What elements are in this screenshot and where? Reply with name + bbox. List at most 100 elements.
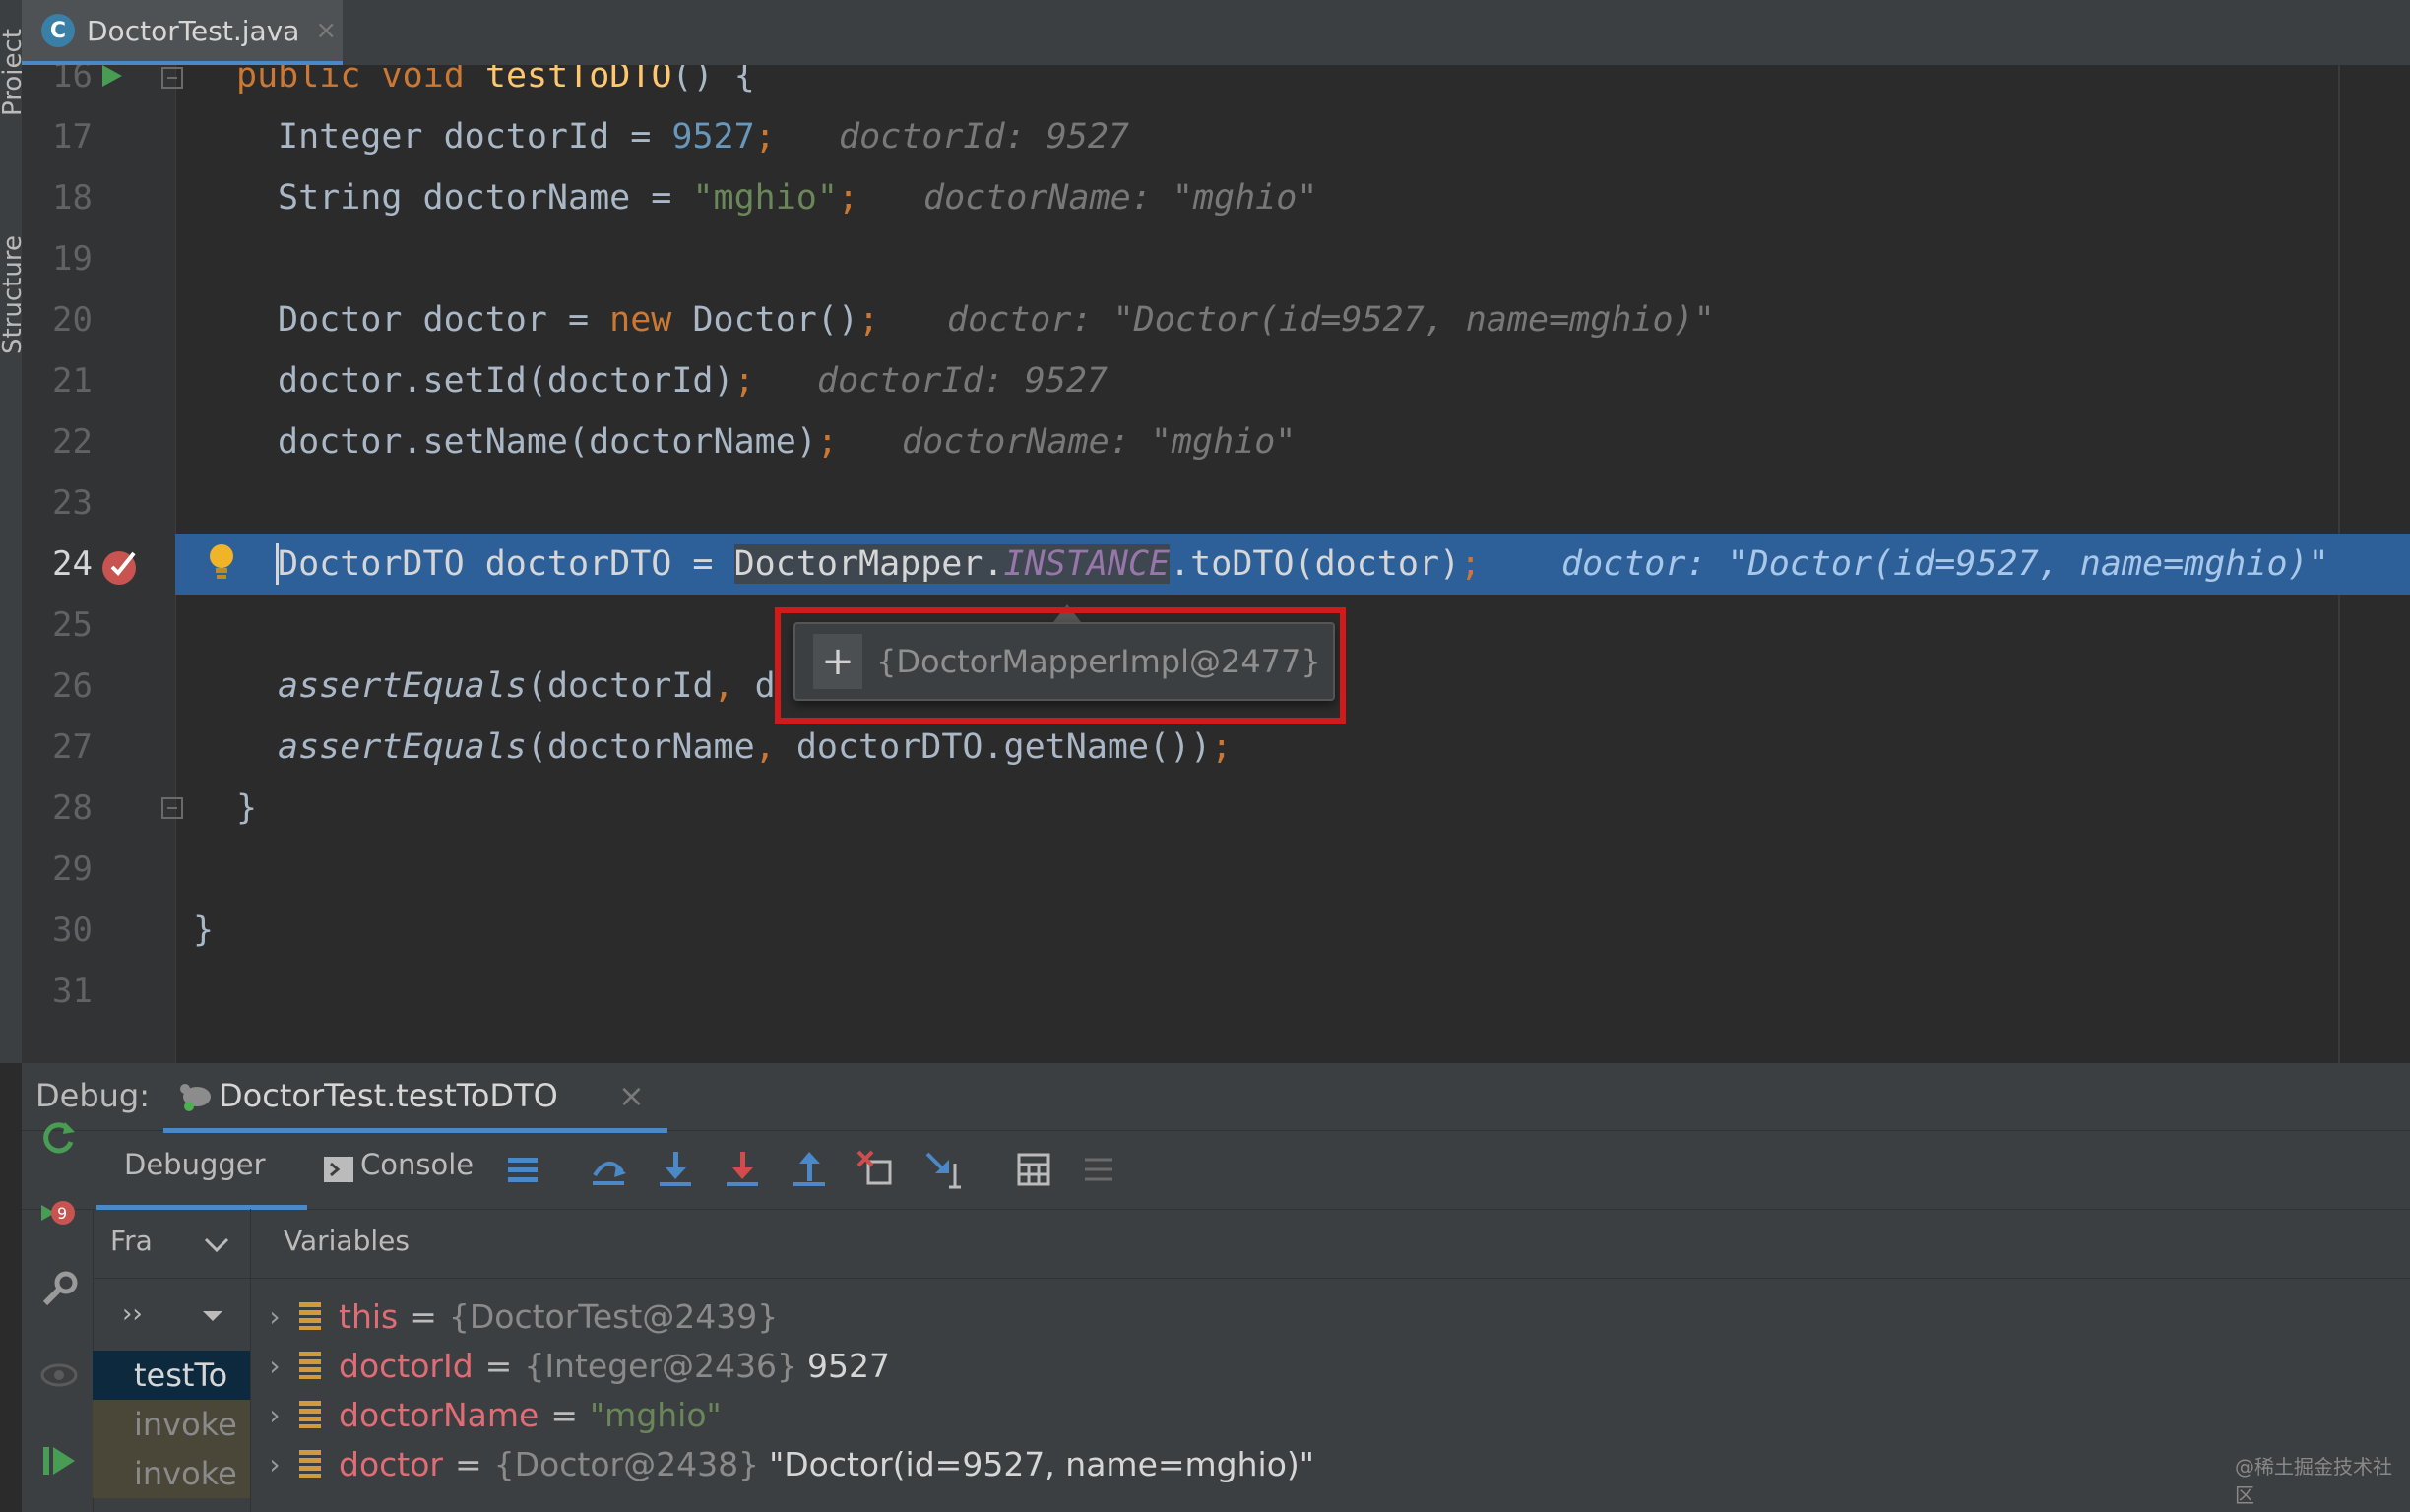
variable-row[interactable]: › this = {DoctorTest@2439} [250,1292,778,1341]
expand-chevron-icon[interactable]: › [250,1350,299,1382]
step-out-icon[interactable] [790,1150,829,1189]
expand-chevron-icon[interactable]: › [250,1448,299,1480]
inline-debug-hint: doctor: "Doctor(id=9527, name=mghio)" [947,300,1715,340]
evaluate-expression-icon[interactable] [1016,1152,1051,1187]
variable-value: 9527 [807,1346,890,1385]
run-to-cursor-icon[interactable] [923,1150,963,1189]
editor-tab-bar [22,0,2410,66]
code-text: public void testToDTO() { [236,65,755,95]
debug-label: Debug: [35,1077,151,1114]
step-over-icon[interactable] [589,1150,628,1189]
frame-label: testTo [134,1356,228,1394]
debug-session-tab[interactable]: DoctorTest.testToDTO × [163,1063,667,1133]
debug-panel: Debug: DoctorTest.testToDTO × Debugger C… [22,1063,2410,1512]
variable-type: {Integer@2436} [524,1346,798,1385]
variable-value: "mghio" [590,1395,722,1434]
code-editor[interactable]: 16 public void testToDTO() { 17 Integer … [22,65,2410,1063]
tab-console-label: Console [360,1148,475,1181]
step-into-icon[interactable] [656,1150,695,1189]
trace-stream-icon[interactable] [1081,1152,1116,1187]
code-line-18: 18 String doctorName = "mghio"; doctorNa… [22,167,2410,228]
tab-debugger-label: Debugger [124,1148,266,1181]
inline-debug-hint: doctorName: "mghio" [902,422,1297,462]
tab-console[interactable]: Console [315,1130,512,1209]
frames-label: Fra [110,1225,153,1257]
line-number: 16 [52,65,93,95]
threads-menu-icon[interactable] [506,1156,539,1185]
chevron-down-icon[interactable] [203,1236,230,1254]
code-text: assertEquals(doctorId, d [278,666,776,706]
fold-icon[interactable] [161,797,183,819]
code-line-16: 16 public void testToDTO() { [22,65,2410,106]
inline-debug-hint: doctor: "Doctor(id=9527, name=mghio)" [1561,544,2329,584]
line-number: 18 [52,178,93,218]
rerun-icon[interactable] [39,1120,77,1158]
frame-item-selected[interactable]: testTo [93,1351,250,1400]
line-number: 21 [52,361,93,401]
variable-name: doctorId [339,1346,474,1385]
resume-program-icon[interactable] [39,1441,79,1480]
annotation-highlight-box [775,607,1346,724]
code-line-24: 24 DoctorDTO doctorDTO = DoctorMapper.IN… [22,534,2410,595]
run-test-icon[interactable] [100,65,124,89]
frames-panel: Fra ›› testTo invoke invoke [93,1209,251,1512]
session-close-icon[interactable]: × [618,1077,645,1114]
tab-debugger[interactable]: Debugger [96,1130,307,1210]
tab-label: DoctorTest.java [87,14,300,47]
variables-header: Variables [250,1209,2410,1279]
fold-icon[interactable] [161,67,183,89]
variables-panel: Variables › this = {DoctorTest@2439} › d… [250,1209,2410,1512]
code-text: String doctorName = "mghio"; [278,178,859,218]
dropdown-arrow-icon[interactable] [201,1309,224,1323]
variable-equals: = [484,1346,513,1385]
variable-row[interactable]: › doctor = {Doctor@2438} "Doctor(id=9527… [250,1439,1314,1488]
view-breakpoints-icon[interactable]: 9 [39,1199,79,1238]
lightbulb-icon[interactable] [207,541,236,585]
code-text: Integer doctorId = 9527; [278,117,776,157]
code-line-20: 20 Doctor doctor = new Doctor(); doctor:… [22,289,2410,350]
debug-toolbar: Debugger Console [22,1130,2410,1210]
variable-equals: = [410,1296,437,1336]
code-text: } [236,788,258,828]
code-text: doctor.setName(doctorName); [278,422,838,462]
variable-name: this [339,1296,399,1336]
code-line-19: 19 [22,228,2410,289]
breakpoint-icon[interactable] [100,545,142,587]
line-number: 22 [52,422,93,462]
variable-equals: = [550,1395,578,1434]
editor-tab-doctortest[interactable]: C DoctorTest.java × [22,0,343,66]
code-line-30: 30 } [22,900,2410,961]
variable-row[interactable]: › doctorName = "mghio" [250,1390,722,1439]
code-line-22: 22 doctor.setName(doctorName); doctorNam… [22,411,2410,472]
code-line-21: 21 doctor.setId(doctorId); doctorId: 952… [22,350,2410,411]
line-number: 17 [52,117,93,157]
force-step-into-icon[interactable] [723,1150,762,1189]
java-class-icon: C [41,14,75,47]
field-icon [299,1401,321,1428]
code-line-28: 28 } [22,778,2410,839]
line-number: 27 [52,727,93,767]
frame-item[interactable]: invoke [93,1400,250,1449]
frame-item[interactable]: invoke [93,1449,250,1498]
code-line-31: 31 [22,961,2410,1022]
line-number: 20 [52,300,93,340]
line-number: 28 [52,788,93,828]
variable-type: {Doctor@2438} [493,1444,760,1483]
line-number: 24 [52,544,93,584]
watermark: @稀土掘金技术社区 [2235,1455,2392,1507]
field-icon [299,1450,321,1478]
drop-frame-icon[interactable] [856,1150,896,1189]
expand-chevron-icon[interactable]: › [250,1300,299,1333]
variable-name: doctorName [339,1395,539,1434]
debug-bug-icon [180,1084,211,1111]
more-icon[interactable]: ›› [122,1299,143,1329]
settings-wrench-icon[interactable] [39,1270,79,1309]
frames-header: Fra [93,1209,250,1279]
view-eye-icon[interactable] [39,1360,79,1390]
line-number: 23 [52,483,93,523]
session-label: DoctorTest.testToDTO [219,1077,558,1114]
line-number: 19 [52,239,93,279]
variable-row[interactable]: › doctorId = {Integer@2436} 9527 [250,1341,890,1390]
expand-chevron-icon[interactable]: › [250,1399,299,1431]
tab-close-icon[interactable]: × [315,16,337,45]
